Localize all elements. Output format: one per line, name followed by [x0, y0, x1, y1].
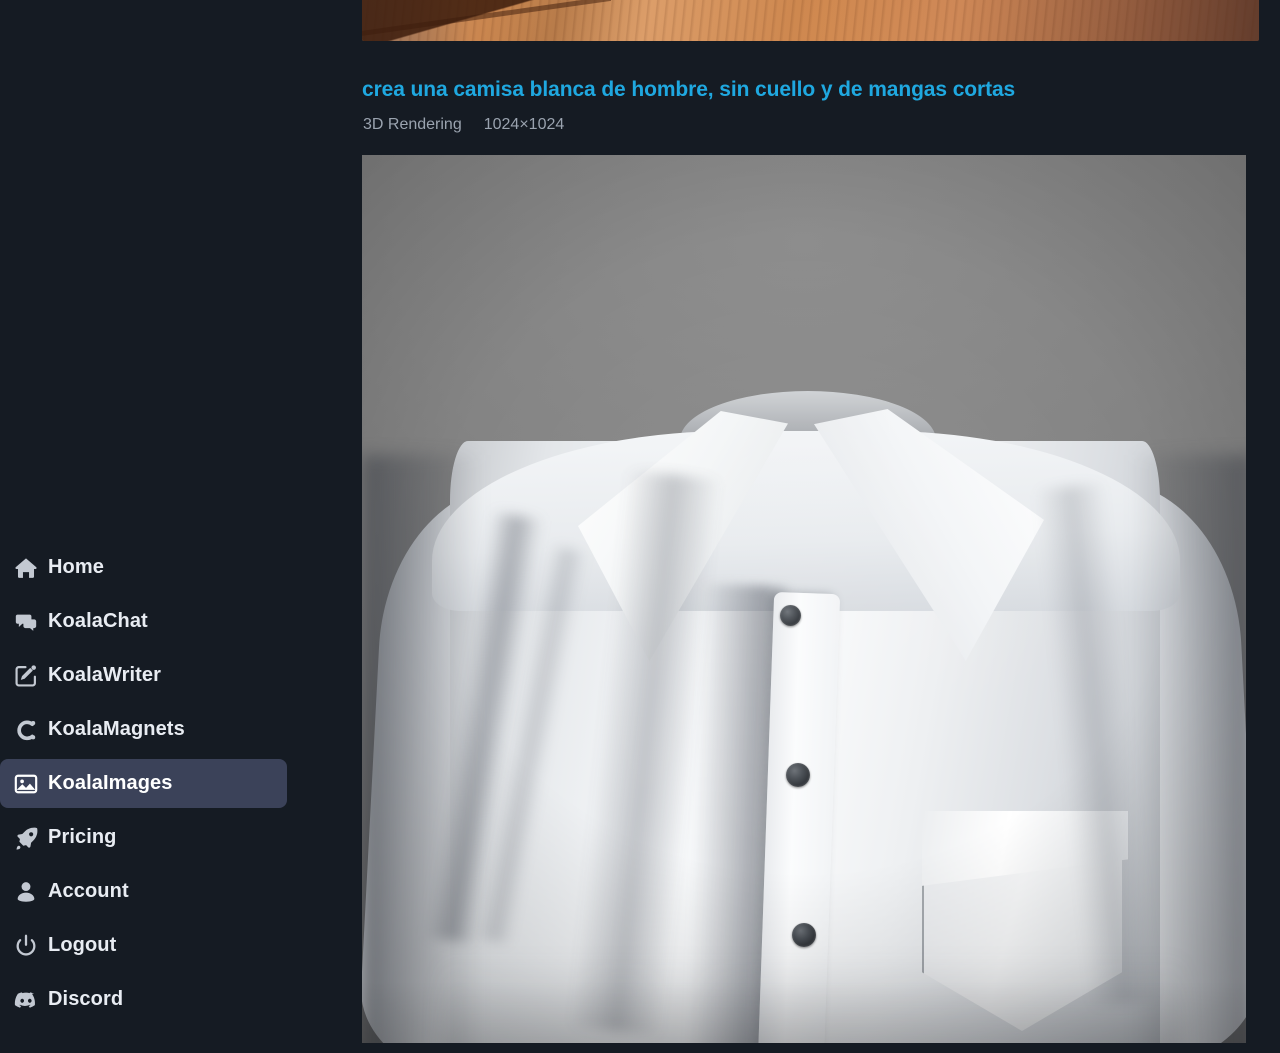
sidebar-item-koalachat[interactable]: KoalaChat: [0, 597, 287, 646]
previous-generation-image[interactable]: [362, 0, 1259, 41]
sidebar-item-label: Pricing: [48, 826, 117, 848]
sidebar-nav-list: Home KoalaChat KoalaWriter KoalaMagnets …: [0, 543, 355, 1029]
generation-dimensions: 1024×1024: [483, 116, 565, 133]
image-icon: [4, 771, 48, 797]
sidebar-item-account[interactable]: Account: [0, 867, 287, 916]
koala-images-app: Home KoalaChat KoalaWriter KoalaMagnets …: [0, 0, 1280, 1053]
sidebar-item-label: Account: [48, 880, 129, 902]
generation-meta: 3D Rendering 1024×1024: [363, 116, 564, 134]
sidebar-item-label: Discord: [48, 988, 124, 1010]
shirt-render-scene: [362, 155, 1246, 1043]
power-icon: [4, 933, 48, 959]
generation-prompt-title[interactable]: crea una camisa blanca de hombre, sin cu…: [362, 78, 1015, 102]
sidebar-item-label: KoalaImages: [48, 772, 173, 794]
scene-vignette: [362, 155, 1246, 1043]
sidebar-item-label: KoalaWriter: [48, 664, 161, 686]
user-icon: [4, 879, 48, 905]
main-content: crea una camisa blanca de hombre, sin cu…: [355, 0, 1280, 1053]
image-bottom-crop: [362, 981, 1246, 1043]
sidebar-item-home[interactable]: Home: [0, 543, 287, 592]
sidebar-item-logout[interactable]: Logout: [0, 921, 287, 970]
chat-icon: [4, 609, 48, 635]
magnet-icon: [4, 717, 48, 743]
wood-edge-shadow: [362, 0, 687, 41]
sidebar-item-label: KoalaChat: [48, 610, 148, 632]
sidebar-item-discord[interactable]: Discord: [0, 975, 287, 1024]
sidebar-item-label: Logout: [48, 934, 117, 956]
sidebar-item-koalaimages[interactable]: KoalaImages: [0, 759, 287, 808]
sidebar-item-pricing[interactable]: Pricing: [0, 813, 287, 862]
generation-style: 3D Rendering: [363, 116, 462, 133]
discord-icon: [4, 987, 48, 1013]
pencil-square-icon: [4, 663, 48, 689]
sidebar-item-koalawriter[interactable]: KoalaWriter: [0, 651, 287, 700]
home-icon: [4, 555, 48, 581]
sidebar-item-label: Home: [48, 556, 104, 578]
generated-image[interactable]: [362, 155, 1246, 1043]
sidebar: Home KoalaChat KoalaWriter KoalaMagnets …: [0, 0, 355, 1053]
sidebar-item-label: KoalaMagnets: [48, 718, 185, 740]
sidebar-item-koalamagnets[interactable]: KoalaMagnets: [0, 705, 287, 754]
rocket-icon: [4, 825, 48, 851]
